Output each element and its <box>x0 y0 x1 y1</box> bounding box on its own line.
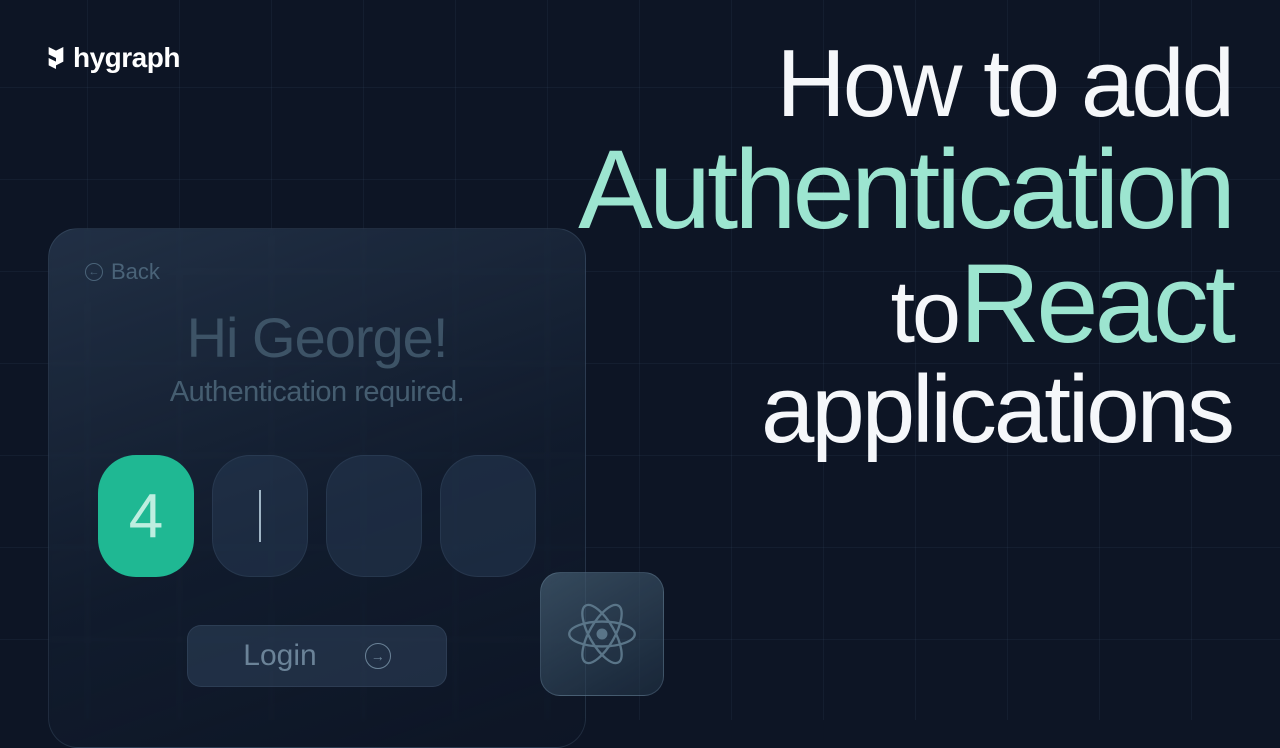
back-button[interactable]: ← Back <box>85 259 549 285</box>
pin-digit-2[interactable] <box>212 455 308 577</box>
login-label: Login <box>243 639 316 673</box>
headline-part: How to add <box>776 30 1232 137</box>
hygraph-icon <box>45 45 67 71</box>
brand-name: hygraph <box>73 42 180 74</box>
react-icon <box>563 595 641 673</box>
arrow-left-icon: ← <box>85 263 103 281</box>
text-cursor <box>259 490 261 542</box>
login-button[interactable]: Login → <box>187 625 447 687</box>
headline-part: to <box>891 262 958 361</box>
brand-logo: hygraph <box>45 42 180 74</box>
auth-card: ← Back Hi George! Authentication require… <box>48 228 586 748</box>
headline-part: applications <box>761 356 1232 463</box>
auth-subtitle: Authentication required. <box>85 376 549 409</box>
headline-accent: Authentication <box>578 127 1232 252</box>
pin-input-row: 4 <box>85 455 549 577</box>
arrow-right-circle-icon: → <box>365 643 391 669</box>
back-label: Back <box>111 259 160 285</box>
headline-accent: React <box>959 241 1232 366</box>
pin-digit-1[interactable]: 4 <box>98 455 194 577</box>
headline: How to add Authentication to React appli… <box>578 35 1232 459</box>
react-badge <box>540 572 664 696</box>
pin-digit-3[interactable] <box>326 455 422 577</box>
pin-digit-4[interactable] <box>440 455 536 577</box>
greeting-text: Hi George! <box>85 305 549 370</box>
